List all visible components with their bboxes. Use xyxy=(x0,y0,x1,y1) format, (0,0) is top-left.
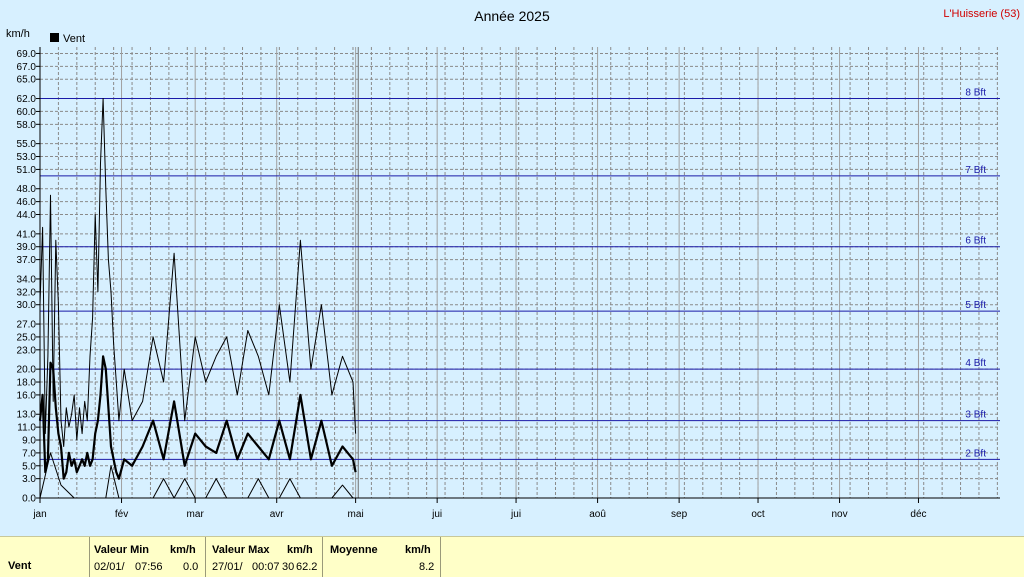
y-tick-label: 51.0 xyxy=(17,165,37,176)
divider xyxy=(440,537,441,577)
station-label: L'Huisserie (53) xyxy=(943,8,1020,20)
y-tick-label: 44.0 xyxy=(17,210,37,221)
y-tick-label: 55.0 xyxy=(17,139,37,150)
min-value: 0.0 xyxy=(183,561,199,573)
y-tick-label: 0.0 xyxy=(22,494,36,505)
y-tick-label: 48.0 xyxy=(17,184,37,195)
y-axis-unit: km/h xyxy=(6,28,30,40)
month-label: avr xyxy=(270,509,285,520)
y-tick-label: 5.0 xyxy=(22,461,36,472)
y-tick-label: 67.0 xyxy=(17,62,37,73)
min-date: 02/01/ xyxy=(94,561,125,573)
y-tick-label: 46.0 xyxy=(17,197,37,208)
stats-footer: Vent Valeur Min km/h 02/01/ 07:56 0.0 Va… xyxy=(0,536,1024,577)
y-tick-label: 18.0 xyxy=(17,378,37,389)
y-tick-label: 39.0 xyxy=(17,242,37,253)
min-unit: km/h xyxy=(170,544,196,556)
avg-value: 8.2 xyxy=(419,561,435,573)
beaufort-label: 5 Bft xyxy=(965,300,986,311)
beaufort-label: 8 Bft xyxy=(965,88,986,99)
stats-row-label-cell: Vent xyxy=(0,537,89,577)
y-tick-label: 32.0 xyxy=(17,287,37,298)
wind-chart: 2 Bft 3 Bft 4 Bft 5 Bft 6 Bft 7 Bft 8 Bft 0.0 3… xyxy=(6,8,1020,520)
y-tick-label: 3.0 xyxy=(22,474,36,485)
y-tick-label: 65.0 xyxy=(17,75,37,86)
beaufort-label: 7 Bft xyxy=(965,165,986,176)
min-time: 07:56 xyxy=(135,561,163,573)
grid xyxy=(40,47,1000,499)
plot-area xyxy=(40,47,1000,498)
max-time-tail: 30 xyxy=(282,561,295,573)
avg-cell: Moyenne km/h 8.2 xyxy=(323,537,440,577)
y-tick-label: 30.0 xyxy=(17,300,37,311)
y-tick-label: 23.0 xyxy=(17,345,37,356)
month-label: aoû xyxy=(589,509,606,520)
beaufort-label: 2 Bft xyxy=(965,448,986,459)
month-label: jui xyxy=(431,509,442,520)
avg-unit: km/h xyxy=(405,544,431,556)
month-label: mai xyxy=(348,509,364,520)
y-tick-label: 9.0 xyxy=(22,436,36,447)
max-header: Valeur Max xyxy=(212,544,270,556)
y-tick-label: 37.0 xyxy=(17,255,37,266)
y-tick-label: 53.0 xyxy=(17,152,37,163)
y-tick-label: 11.0 xyxy=(17,423,36,434)
legend-swatch xyxy=(50,33,59,42)
month-label: oct xyxy=(751,509,765,520)
y-tick-label: 69.0 xyxy=(17,49,37,60)
max-time: 00:07 xyxy=(252,561,280,573)
max-unit: km/h xyxy=(287,544,313,556)
y-tick-label: 41.0 xyxy=(17,229,37,240)
max-cell: Valeur Max km/h 27/01/ 00:07 30 62.2 xyxy=(206,537,322,577)
stats-row-label: Vent xyxy=(8,560,32,572)
y-tick-label: 20.0 xyxy=(17,365,37,376)
month-label: sep xyxy=(671,509,688,520)
beaufort-label: 3 Bft xyxy=(965,410,986,421)
y-tick-label: 60.0 xyxy=(17,107,37,118)
month-label: fév xyxy=(115,509,128,520)
y-tick-label: 27.0 xyxy=(17,320,37,331)
y-tick-label: 62.0 xyxy=(17,94,37,105)
chart-title: Année 2025 xyxy=(474,8,550,24)
y-tick-label: 7.0 xyxy=(22,448,36,459)
min-header: Valeur Min xyxy=(94,544,150,556)
min-cell: Valeur Min km/h 02/01/ 07:56 0.0 xyxy=(90,537,205,577)
month-label: jui xyxy=(510,509,521,520)
beaufort-label: 6 Bft xyxy=(965,236,986,247)
max-value: 62.2 xyxy=(296,561,318,573)
legend-label: Vent xyxy=(63,33,85,45)
month-label: nov xyxy=(831,509,847,520)
y-tick-label: 16.0 xyxy=(17,390,37,401)
y-tick-label: 25.0 xyxy=(17,332,37,343)
max-date: 27/01/ xyxy=(212,561,243,573)
beaufort-label: 4 Bft xyxy=(965,358,986,369)
month-label: mar xyxy=(187,509,205,520)
avg-header: Moyenne xyxy=(330,544,378,556)
month-label: jan xyxy=(32,509,46,520)
month-label: déc xyxy=(910,509,926,520)
y-tick-label: 13.0 xyxy=(17,410,37,421)
y-tick-label: 34.0 xyxy=(17,274,37,285)
y-tick-label: 58.0 xyxy=(17,120,37,131)
